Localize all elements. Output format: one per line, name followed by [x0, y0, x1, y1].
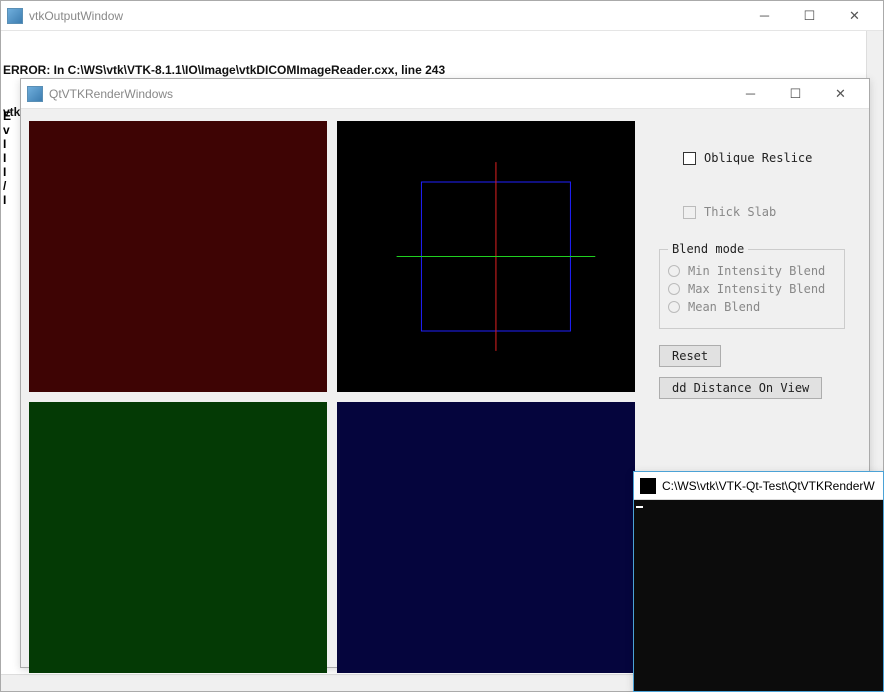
output-window-title: vtkOutputWindow [29, 9, 742, 23]
blend-mode-group: Blend mode Min Intensity Blend Max Inten… [659, 249, 845, 329]
mean-blend-label: Mean Blend [688, 300, 760, 314]
console-window-title: C:\WS\vtk\VTK-Qt-Test\QtVTKRenderW [662, 479, 877, 493]
thick-slab-label: Thick Slab [704, 205, 776, 219]
reset-button[interactable]: Reset [659, 345, 721, 367]
maximize-button[interactable]: ☐ [787, 2, 832, 30]
reslice-overlay [337, 121, 635, 392]
console-window: C:\WS\vtk\VTK-Qt-Test\QtVTKRenderW [633, 471, 884, 692]
render-pane-top-left[interactable] [29, 121, 327, 392]
max-intensity-label: Max Intensity Blend [688, 282, 825, 296]
render-pane-bottom-right[interactable] [337, 402, 635, 673]
thick-slab-row: Thick Slab [683, 205, 851, 219]
render-pane-bottom-left[interactable] [29, 402, 327, 673]
close-button[interactable]: ✕ [832, 2, 877, 30]
console-window-titlebar[interactable]: C:\WS\vtk\VTK-Qt-Test\QtVTKRenderW [634, 472, 883, 500]
window-controls: ─ ☐ ✕ [728, 80, 863, 108]
output-window-titlebar[interactable]: vtkOutputWindow ─ ☐ ✕ [1, 1, 883, 31]
oblique-reslice-checkbox[interactable] [683, 152, 696, 165]
oblique-reslice-row: Oblique Reslice [683, 151, 851, 165]
occluded-text: E v I I I / I [3, 109, 11, 207]
qt-window-title: QtVTKRenderWindows [49, 87, 728, 101]
console-body[interactable] [634, 500, 883, 691]
add-distance-button[interactable]: dd Distance On View [659, 377, 822, 399]
app-icon [7, 8, 23, 24]
console-cursor [636, 506, 643, 508]
qt-window-titlebar[interactable]: QtVTKRenderWindows ─ ☐ ✕ [21, 79, 869, 109]
app-icon [27, 86, 43, 102]
close-button[interactable]: ✕ [818, 80, 863, 108]
blend-mode-legend: Blend mode [668, 242, 748, 256]
minimize-button[interactable]: ─ [742, 2, 787, 30]
maximize-button[interactable]: ☐ [773, 80, 818, 108]
min-intensity-radio [668, 265, 680, 277]
oblique-reslice-label: Oblique Reslice [704, 151, 812, 165]
mean-blend-radio [668, 301, 680, 313]
max-intensity-row: Max Intensity Blend [668, 282, 836, 296]
console-icon [640, 478, 656, 494]
render-pane-top-right[interactable] [337, 121, 635, 392]
error-line-1: ERROR: In C:\WS\vtk\VTK-8.1.1\IO\Image\v… [3, 63, 881, 77]
min-intensity-row: Min Intensity Blend [668, 264, 836, 278]
max-intensity-radio [668, 283, 680, 295]
thick-slab-checkbox [683, 206, 696, 219]
window-controls: ─ ☐ ✕ [742, 2, 877, 30]
minimize-button[interactable]: ─ [728, 80, 773, 108]
min-intensity-label: Min Intensity Blend [688, 264, 825, 278]
mean-blend-row: Mean Blend [668, 300, 836, 314]
render-panes [29, 117, 639, 677]
